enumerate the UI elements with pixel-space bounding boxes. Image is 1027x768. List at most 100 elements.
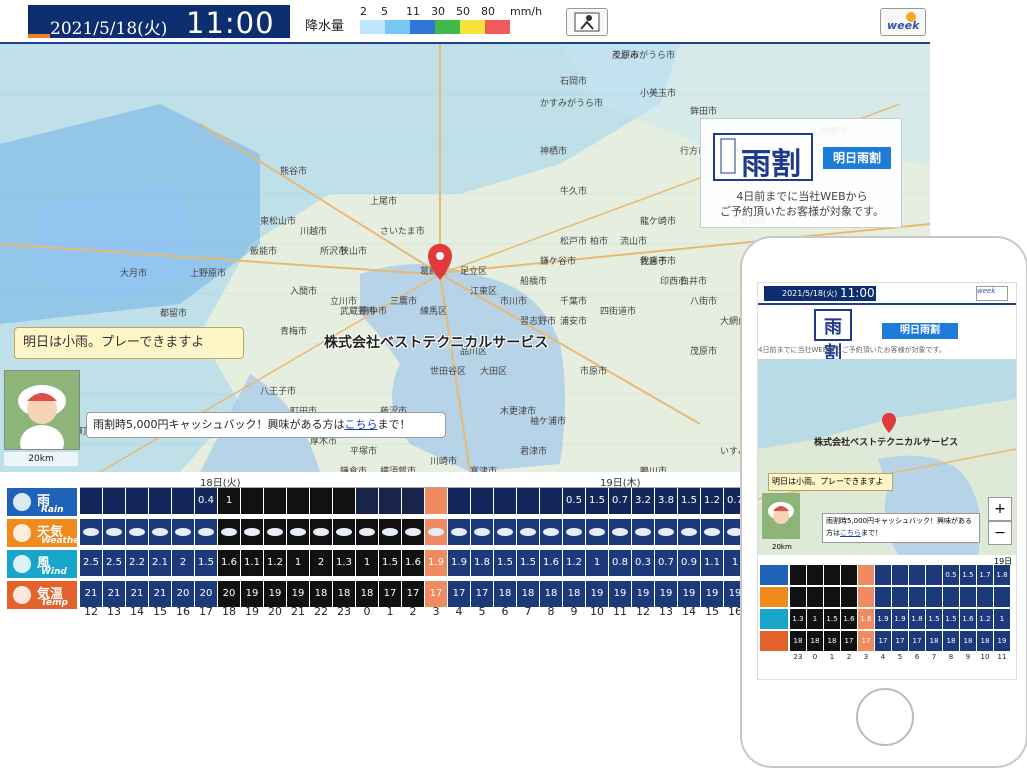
temp-cell: 20 [195, 581, 217, 607]
amewari-logo-text: 雨割 [741, 147, 801, 182]
city-label: 富津市 [470, 467, 498, 472]
hour-label: 13 [659, 605, 673, 618]
amewari-banner[interactable]: 雨割 明日雨割 4日前までに当社WEBから ご予約頂いたお客様が対象です。 [700, 118, 902, 228]
cloud-icon [83, 528, 99, 536]
phone-rain-cell: 1.7 [977, 565, 993, 585]
rain-cell [287, 488, 309, 514]
rain-cell: 1.5 [678, 488, 700, 514]
phone-weather-cell [926, 587, 942, 607]
city-label: 小美玉市 [640, 89, 677, 99]
hour-label: 18 [222, 605, 236, 618]
row-sublabel: Temp [41, 598, 68, 608]
legend-unit: mm/h [510, 5, 543, 18]
day1-label: 18日(火) [200, 478, 241, 489]
weather-cell [494, 519, 516, 545]
day2-label: 19日(木) [600, 478, 641, 489]
phone-home-button[interactable] [856, 688, 914, 746]
temp-cell: 18 [517, 581, 539, 607]
cashback-tail: まで！ [377, 418, 411, 431]
amewari-button[interactable]: 明日雨割 [823, 147, 891, 169]
wind-cell: 1.6 [402, 550, 424, 576]
city-label: 東松山市 [260, 217, 297, 227]
temp-cell: 21 [103, 581, 125, 607]
temp-cell: 19 [632, 581, 654, 607]
hour-label: 6 [501, 605, 509, 618]
phone-hour-label: 7 [931, 653, 937, 661]
phone-weather-cell [909, 587, 925, 607]
weather-cell [264, 519, 286, 545]
temp-cell: 21 [149, 581, 171, 607]
datetime-display: 2021/5/18(火) 11:00 [28, 5, 290, 40]
phone-cashback-link[interactable]: こちら [840, 529, 861, 537]
phone-location-pin-icon[interactable] [882, 413, 896, 433]
phone-cashback-tail: まで！ [861, 529, 882, 537]
zoom-out-button[interactable]: − [988, 521, 1012, 545]
golfer-icon-button[interactable] [566, 8, 608, 36]
cloud-icon [290, 528, 306, 536]
city-label: 武蔵野市 [340, 307, 377, 317]
hour-label: 8 [547, 605, 555, 618]
cashback-text: 雨割時5,000円キャッシュバック！興味がある方は [93, 418, 345, 431]
wind-cell: 1.9 [425, 550, 447, 576]
wind-cell: 1.2 [563, 550, 585, 576]
phone-hour-label: 5 [897, 653, 903, 661]
weather-cell [609, 519, 631, 545]
weather-cell [402, 519, 424, 545]
city-label: 我孫子市 [640, 257, 677, 267]
week-button[interactable]: week [880, 8, 926, 36]
hour-label: 13 [107, 605, 121, 618]
wind-cell: 0.8 [609, 550, 631, 576]
temp-cell: 21 [80, 581, 102, 607]
speech-bubble: 明日は小雨。プレーできますよ [14, 327, 244, 359]
cloud-icon [520, 528, 536, 536]
cloud-icon [589, 528, 605, 536]
phone-screen: 2021/5/18(火) 11:00 week 雨割 明日雨割 4日前までに当社… [757, 282, 1017, 680]
company-label: 株式会社ベストテクニカルサービス [324, 335, 549, 351]
city-label: さいたま市 [380, 227, 425, 237]
rain-cell [172, 488, 194, 514]
phone-week-button[interactable]: week [976, 286, 1008, 301]
city-label: 茂原市 [690, 347, 718, 357]
location-pin-icon[interactable] [428, 244, 452, 280]
phone-wind-cell: 1.6 [960, 609, 976, 629]
phone-hour-label: 9 [965, 653, 971, 661]
city-label: 練馬区 [420, 307, 448, 317]
rain-cell [241, 488, 263, 514]
wind-cell: 2.5 [80, 550, 102, 576]
temp-cell: 18 [310, 581, 332, 607]
hour-label: 16 [176, 605, 190, 618]
hour-label: 14 [682, 605, 696, 618]
phone-date: 2021/5/18(火) [782, 289, 838, 298]
cashback-link[interactable]: こちら [345, 418, 378, 431]
wind-cell: 1.6 [218, 550, 240, 576]
hour-label: 12 [84, 605, 98, 618]
phone-wind-cell: 1.5 [926, 609, 942, 629]
cloud-icon [566, 528, 582, 536]
phone-temp-cell: 18 [790, 631, 806, 651]
amewari-message-line2: ご予約頂いたお客様が対象です。 [720, 205, 884, 218]
temp-cell: 19 [655, 581, 677, 607]
wind-cell: 2 [310, 550, 332, 576]
cloud-icon [681, 528, 697, 536]
hour-label: 11 [613, 605, 627, 618]
city-label: 八街市 [690, 297, 718, 307]
cloud-icon [129, 528, 145, 536]
phone-time: 11:00 [840, 286, 875, 300]
city-label: 松戸市 [560, 237, 588, 247]
temp-cell: 18 [563, 581, 585, 607]
phone-map[interactable]: 株式会社ベストテクニカルサービス 明日は小雨。プレーできますよ 雨割時5,000… [758, 359, 1016, 555]
cloud-icon [359, 528, 375, 536]
city-label: 柏市 [590, 237, 609, 247]
hour-label: 9 [570, 605, 578, 618]
cloud-icon [313, 528, 329, 536]
city-label: 浦安市 [560, 317, 588, 327]
phone-amewari-button[interactable]: 明日雨割 [882, 323, 958, 339]
temp-cell: 20 [172, 581, 194, 607]
zoom-in-button[interactable]: + [988, 497, 1012, 521]
wind-cell: 0.3 [632, 550, 654, 576]
phone-temp-cell: 18 [807, 631, 823, 651]
city-label: 上尾市 [370, 197, 398, 207]
phone-weather-cell [807, 587, 823, 607]
rain-cell [126, 488, 148, 514]
city-label: 四街道市 [600, 307, 637, 317]
